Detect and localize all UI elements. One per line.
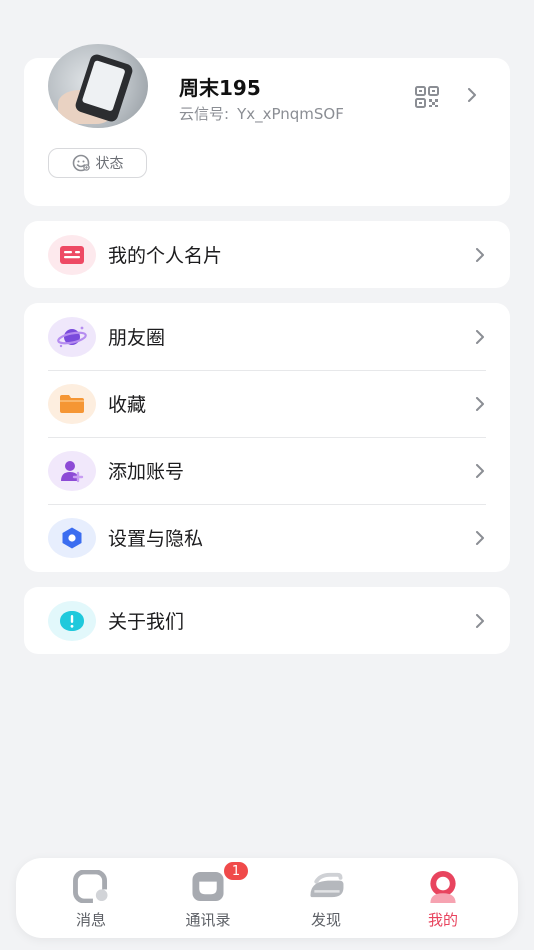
menu-label-settings: 设置与隐私 bbox=[108, 528, 204, 550]
chevron-right-icon bbox=[476, 463, 484, 478]
menu-label-about: 关于我们 bbox=[108, 611, 185, 633]
profile-card[interactable]: 周末195 云信号: Yx_xPnqmSOF 状态 bbox=[24, 44, 510, 206]
menu-item-settings[interactable]: 设置与隐私 bbox=[48, 504, 486, 571]
qr-code-icon[interactable] bbox=[415, 86, 439, 108]
menu-item-add-account[interactable]: 添加账号 bbox=[48, 437, 486, 504]
me-icon bbox=[430, 870, 456, 903]
settings-hexagon-icon bbox=[48, 517, 96, 558]
menu-label-favorites: 收藏 bbox=[108, 394, 147, 416]
add-user-icon bbox=[48, 450, 96, 491]
tab-me[interactable]: 我的 bbox=[398, 870, 488, 930]
folder-icon bbox=[48, 383, 96, 424]
status-label: 状态 bbox=[95, 156, 124, 172]
contacts-badge: 1 bbox=[222, 860, 250, 882]
user-id: 云信号: Yx_xPnqmSOF bbox=[179, 103, 344, 124]
tab-label-discover: 发现 bbox=[310, 911, 341, 929]
chevron-right-icon bbox=[476, 613, 484, 628]
status-button[interactable]: 状态 bbox=[48, 148, 147, 178]
menu-item-favorites[interactable]: 收藏 bbox=[48, 370, 486, 437]
avatar-phone bbox=[73, 52, 135, 124]
menu-label-add-account: 添加账号 bbox=[108, 461, 185, 483]
chevron-right-icon bbox=[476, 396, 484, 411]
tab-label-messages: 消息 bbox=[75, 911, 106, 929]
tab-messages[interactable]: 消息 bbox=[46, 870, 136, 930]
menu-item-moments[interactable]: 朋友圈 bbox=[48, 303, 486, 370]
chevron-right-icon bbox=[476, 329, 484, 344]
chevron-right-icon bbox=[476, 247, 484, 262]
about-section: 关于我们 bbox=[24, 587, 510, 654]
menu-item-business-card[interactable]: 我的个人名片 bbox=[48, 221, 486, 288]
tab-discover[interactable]: 发现 bbox=[281, 870, 371, 930]
user-id-value: Yx_xPnqmSOF bbox=[237, 105, 344, 123]
username: 周末195 bbox=[179, 76, 261, 100]
tab-label-contacts: 通讯录 bbox=[185, 911, 231, 929]
smile-status-icon bbox=[72, 154, 90, 172]
info-icon bbox=[48, 600, 96, 641]
menu-label-business-card: 我的个人名片 bbox=[108, 245, 223, 267]
business-card-section: 我的个人名片 bbox=[24, 221, 510, 288]
bottom-tab-bar: 消息 通讯录 发现 我的 bbox=[16, 858, 518, 938]
business-card-icon bbox=[48, 234, 96, 275]
avatar[interactable] bbox=[48, 44, 148, 128]
message-icon bbox=[73, 870, 109, 903]
profile-chevron-icon[interactable] bbox=[466, 88, 478, 102]
menu-group: 朋友圈 收藏 添加账号 设置与隐私 bbox=[24, 303, 510, 572]
menu-label-moments: 朋友圈 bbox=[108, 327, 166, 349]
chevron-right-icon bbox=[476, 530, 484, 545]
discover-icon bbox=[310, 872, 344, 898]
user-id-label: 云信号: bbox=[179, 105, 230, 123]
tab-label-me: 我的 bbox=[427, 911, 458, 929]
planet-icon bbox=[48, 316, 96, 357]
menu-item-about[interactable]: 关于我们 bbox=[48, 587, 486, 654]
